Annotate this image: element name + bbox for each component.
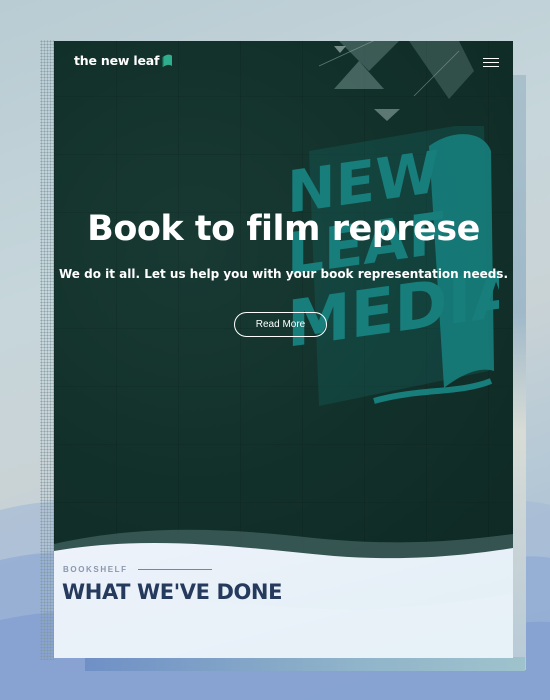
hero-subtitle: We do it all. Let us help you with your …	[58, 267, 509, 281]
accent-bar-right	[512, 75, 526, 670]
site-logo[interactable]: the new leaf	[74, 53, 173, 68]
dot-pattern	[40, 40, 54, 660]
section-heading: WHAT WE'VE DONE	[62, 580, 283, 604]
kicker-text: BOOKSHELF	[63, 565, 128, 574]
bookshelf-section: BOOKSHELF WHAT WE'VE DONE	[54, 531, 513, 658]
read-more-button[interactable]: Read More	[234, 312, 327, 337]
hero-section: NEW LEAF MEDIA the new leaf Book to film…	[54, 41, 513, 561]
logo-text: the new leaf	[74, 53, 160, 68]
hamburger-menu-icon[interactable]	[483, 55, 499, 69]
section-kicker: BOOKSHELF	[63, 565, 212, 574]
leaf-book-icon	[162, 54, 173, 67]
kicker-divider-line	[137, 569, 212, 570]
website-frame: NEW LEAF MEDIA the new leaf Book to film…	[54, 41, 513, 658]
hero-title: Book to film represe	[87, 209, 480, 249]
navbar: the new leaf	[54, 41, 513, 83]
accent-bar-bottom	[85, 657, 525, 671]
